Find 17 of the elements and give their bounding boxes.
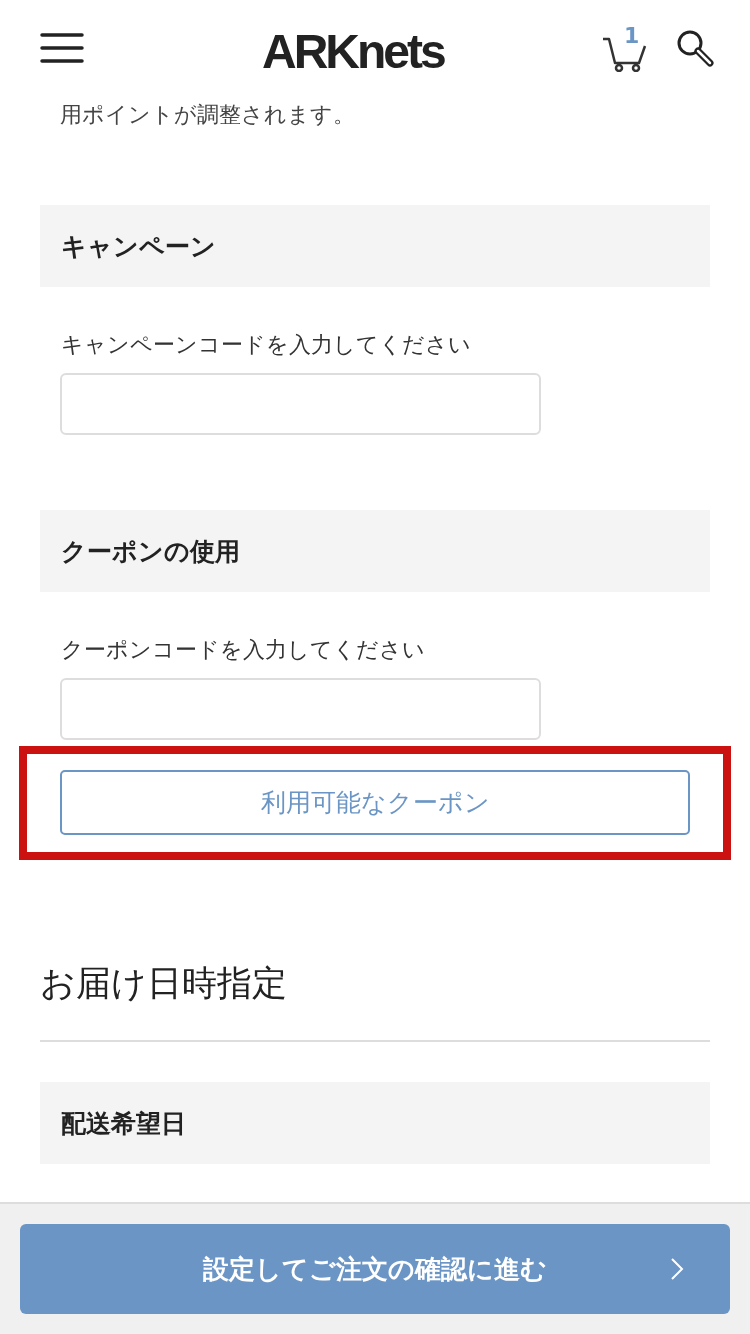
input-field[interactable] [60,678,541,740]
section-header: 配送希望日 [40,1082,710,1164]
input-field[interactable] [60,373,541,435]
logo[interactable]: ARKnets [262,28,444,76]
cart-count: 1 [624,24,640,48]
field-label: クーポンコードを入力してください [61,636,426,664]
section-header: クーポンの使用 [40,510,710,592]
coupon-button[interactable]: 利用可能なクーポン [60,770,690,835]
menu-icon[interactable] [40,32,84,64]
proceed-button[interactable]: 設定してご注文の確認に進む [20,1224,730,1314]
cart-button[interactable]: 1 [602,24,648,72]
section-title: お届け日時指定 [40,962,288,1005]
search-icon[interactable] [676,29,714,67]
field-label: キャンペーンコードを入力してください [61,331,472,359]
note-text: 用ポイントが調整されます。 [60,101,356,129]
chevron-icon [670,1257,684,1281]
section-header: キャンペーン [40,205,710,287]
